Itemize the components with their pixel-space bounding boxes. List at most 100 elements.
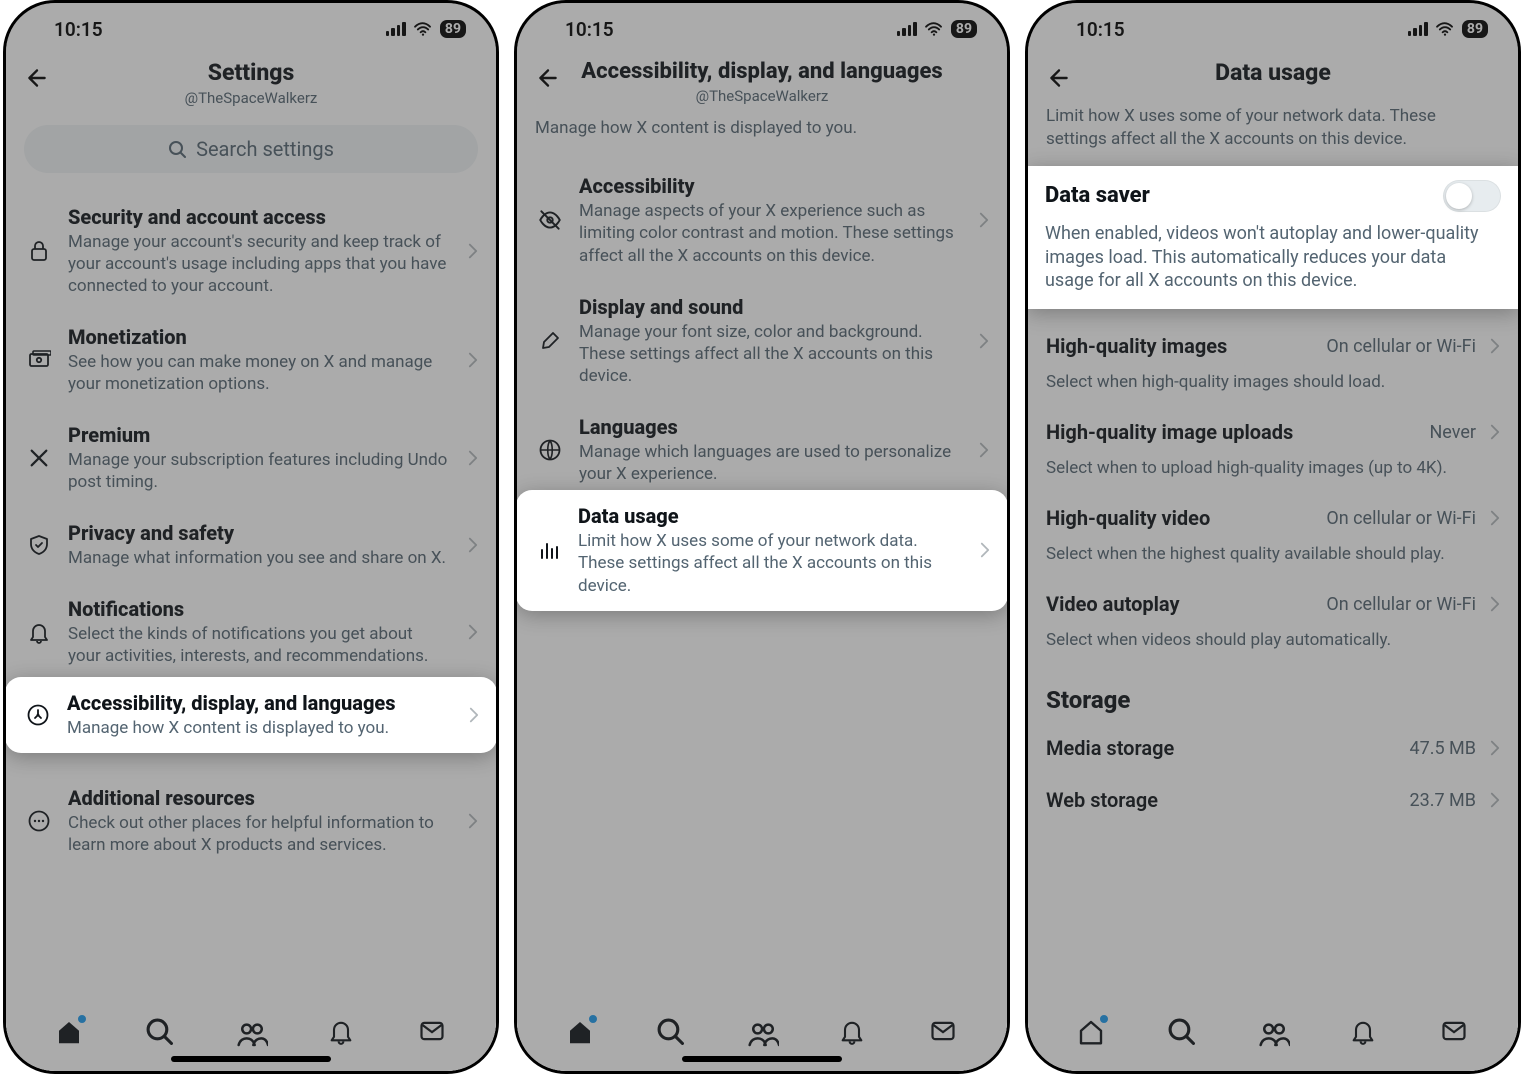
row-label: High-quality image uploads (1046, 420, 1293, 444)
settings-item-accessibility[interactable]: Accessibility, display, and languages Ma… (5, 677, 497, 753)
status-time: 10:15 (54, 18, 103, 41)
chevron-right-icon (1490, 510, 1504, 526)
search-icon (168, 140, 186, 158)
chevron-right-icon (468, 243, 482, 259)
item-title: Notifications (68, 597, 454, 621)
wifi-icon (414, 22, 432, 36)
storage-header: Storage (1028, 664, 1518, 722)
row-media-storage[interactable]: Media storage 47.5 MB (1028, 722, 1518, 774)
row-hq-video[interactable]: High-quality video On cellular or Wi-Fi (1028, 492, 1518, 544)
battery-badge: 89 (440, 20, 466, 38)
tab-bar (1028, 999, 1518, 1071)
settings-item-notifications[interactable]: Notifications Select the kinds of notifi… (6, 583, 496, 681)
item-title: Data usage (578, 504, 966, 528)
chevron-right-icon (468, 537, 482, 553)
tab-search[interactable] (1167, 1017, 1197, 1047)
tab-messages[interactable] (1440, 1017, 1470, 1047)
chevron-right-icon (468, 813, 482, 829)
data-saver-card: Data saver When enabled, videos won't au… (1027, 166, 1519, 308)
home-indicator (682, 1056, 842, 1062)
settings-item-monetization[interactable]: Monetization See how you can make money … (6, 311, 496, 409)
chevron-right-icon (468, 352, 482, 368)
chevron-right-icon (1490, 424, 1504, 440)
settings-item-security[interactable]: Security and account access Manage your … (6, 191, 496, 311)
tab-notifications[interactable] (838, 1017, 868, 1047)
row-helper: Select when high-quality images should l… (1028, 372, 1518, 406)
row-label: Web storage (1046, 788, 1158, 812)
item-data-usage[interactable]: Data usage Limit how X uses some of your… (516, 490, 1008, 610)
accessibility-icon (23, 700, 53, 730)
item-sub: Manage your font size, color and backgro… (579, 321, 965, 387)
tab-messages[interactable] (418, 1017, 448, 1047)
cellular-icon (1408, 22, 1428, 36)
back-button[interactable] (20, 61, 54, 95)
page-subhandle: @TheSpaceWalkerz (20, 89, 482, 107)
more-icon (24, 806, 54, 836)
item-sub: See how you can make money on X and mana… (68, 351, 454, 395)
back-button[interactable] (1042, 61, 1076, 95)
lock-icon (24, 236, 54, 266)
row-value: 23.7 MB (1410, 790, 1477, 811)
row-hq-uploads[interactable]: High-quality image uploads Never (1028, 406, 1518, 458)
search-input[interactable]: Search settings (24, 125, 478, 173)
tab-notifications[interactable] (327, 1017, 357, 1047)
page-description: Limit how X uses some of your network da… (1028, 101, 1518, 171)
tab-home[interactable] (1076, 1017, 1106, 1047)
item-sub: Manage how X content is displayed to you… (67, 717, 455, 739)
page-title: Settings (20, 59, 482, 87)
settings-list: Accessibility Manage aspects of your X e… (517, 160, 1007, 499)
item-sub: Manage your account's security and keep … (68, 231, 454, 297)
notification-dot-icon (78, 1015, 86, 1023)
settings-item-additional[interactable]: Additional resources Check out other pla… (6, 772, 496, 870)
item-sub: Manage which languages are used to perso… (579, 441, 965, 485)
page-title: Accessibility, display, and languages (531, 59, 993, 85)
arrow-left-icon (1046, 65, 1072, 91)
item-display[interactable]: Display and sound Manage your font size,… (517, 281, 1007, 401)
settings-item-premium[interactable]: Premium Manage your subscription feature… (6, 409, 496, 507)
wifi-icon (1436, 22, 1454, 36)
row-autoplay[interactable]: Video autoplay On cellular or Wi-Fi (1028, 578, 1518, 630)
row-label: Video autoplay (1046, 592, 1180, 616)
tab-notifications[interactable] (1349, 1017, 1379, 1047)
row-helper: Select when the highest quality availabl… (1028, 544, 1518, 578)
chevron-right-icon (1490, 740, 1504, 756)
item-languages[interactable]: Languages Manage which languages are use… (517, 401, 1007, 499)
page-header: Settings @TheSpaceWalkerz (6, 55, 496, 115)
notification-dot-icon (589, 1015, 597, 1023)
tab-search[interactable] (656, 1017, 686, 1047)
settings-list: Security and account access Manage your … (6, 191, 496, 870)
item-title: Monetization (68, 325, 454, 349)
item-data-usage-highlight: Data usage Limit how X uses some of your… (516, 490, 1008, 610)
tab-communities[interactable] (747, 1017, 777, 1047)
tab-home[interactable] (565, 1017, 595, 1047)
settings-item-accessibility-highlight: Accessibility, display, and languages Ma… (5, 677, 497, 753)
money-icon (24, 345, 54, 375)
item-title: Accessibility (579, 174, 965, 198)
row-value: 47.5 MB (1410, 738, 1477, 759)
status-time: 10:15 (1076, 18, 1125, 41)
data-usage-screen: 10:15 89 Data usage Limit how X uses som… (1025, 0, 1521, 1074)
item-sub: Manage aspects of your X experience such… (579, 200, 965, 266)
tab-communities[interactable] (236, 1017, 266, 1047)
shield-icon (24, 530, 54, 560)
tab-home[interactable] (54, 1017, 84, 1047)
row-value: On cellular or Wi-Fi (1326, 508, 1476, 529)
tab-communities[interactable] (1258, 1017, 1288, 1047)
globe-icon (535, 435, 565, 465)
notification-dot-icon (1100, 1015, 1108, 1023)
row-label: Media storage (1046, 736, 1174, 760)
chevron-right-icon (979, 333, 993, 349)
row-value: Never (1429, 422, 1476, 443)
cellular-icon (386, 22, 406, 36)
data-saver-toggle[interactable] (1443, 180, 1501, 212)
tab-search[interactable] (145, 1017, 175, 1047)
chevron-right-icon (1490, 338, 1504, 354)
row-hq-images[interactable]: High-quality images On cellular or Wi-Fi (1028, 320, 1518, 372)
item-accessibility[interactable]: Accessibility Manage aspects of your X e… (517, 160, 1007, 280)
settings-item-privacy[interactable]: Privacy and safety Manage what informati… (6, 507, 496, 583)
chevron-right-icon (1490, 792, 1504, 808)
back-button[interactable] (531, 61, 565, 95)
tab-messages[interactable] (929, 1017, 959, 1047)
status-bar: 10:15 89 (1028, 3, 1518, 55)
row-web-storage[interactable]: Web storage 23.7 MB (1028, 774, 1518, 826)
